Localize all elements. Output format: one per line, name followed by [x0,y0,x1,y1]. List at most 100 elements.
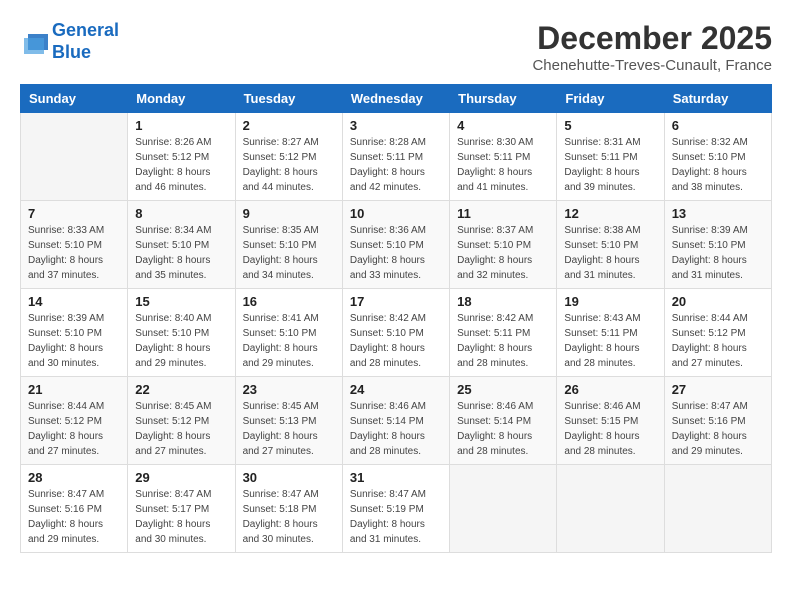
day-number: 10 [350,206,442,221]
day-info: Sunrise: 8:44 AM Sunset: 5:12 PM Dayligh… [672,311,764,371]
day-info: Sunrise: 8:32 AM Sunset: 5:10 PM Dayligh… [672,135,764,195]
sunset-text: Sunset: 5:18 PM [243,502,335,517]
day-info: Sunrise: 8:42 AM Sunset: 5:10 PM Dayligh… [350,311,442,371]
daylight-text: Daylight: 8 hours and 29 minutes. [243,341,335,371]
weekday-header: Thursday [450,85,557,113]
sunset-text: Sunset: 5:11 PM [350,150,442,165]
calendar-cell: 29 Sunrise: 8:47 AM Sunset: 5:17 PM Dayl… [128,465,235,553]
day-info: Sunrise: 8:47 AM Sunset: 5:16 PM Dayligh… [672,399,764,459]
month-title: December 2025 [532,20,772,57]
day-info: Sunrise: 8:26 AM Sunset: 5:12 PM Dayligh… [135,135,227,195]
day-number: 19 [564,294,656,309]
day-info: Sunrise: 8:46 AM Sunset: 5:14 PM Dayligh… [350,399,442,459]
daylight-text: Daylight: 8 hours and 27 minutes. [135,429,227,459]
daylight-text: Daylight: 8 hours and 31 minutes. [350,517,442,547]
daylight-text: Daylight: 8 hours and 29 minutes. [28,517,120,547]
calendar-cell: 26 Sunrise: 8:46 AM Sunset: 5:15 PM Dayl… [557,377,664,465]
daylight-text: Daylight: 8 hours and 35 minutes. [135,253,227,283]
daylight-text: Daylight: 8 hours and 29 minutes. [672,429,764,459]
calendar-cell: 31 Sunrise: 8:47 AM Sunset: 5:19 PM Dayl… [342,465,449,553]
day-info: Sunrise: 8:46 AM Sunset: 5:15 PM Dayligh… [564,399,656,459]
daylight-text: Daylight: 8 hours and 28 minutes. [564,429,656,459]
day-number: 26 [564,382,656,397]
day-number: 27 [672,382,764,397]
sunrise-text: Sunrise: 8:32 AM [672,135,764,150]
calendar-cell: 9 Sunrise: 8:35 AM Sunset: 5:10 PM Dayli… [235,201,342,289]
calendar-cell: 28 Sunrise: 8:47 AM Sunset: 5:16 PM Dayl… [21,465,128,553]
sunrise-text: Sunrise: 8:34 AM [135,223,227,238]
weekday-header: Tuesday [235,85,342,113]
sunrise-text: Sunrise: 8:44 AM [28,399,120,414]
sunset-text: Sunset: 5:11 PM [564,150,656,165]
day-number: 8 [135,206,227,221]
day-number: 13 [672,206,764,221]
daylight-text: Daylight: 8 hours and 28 minutes. [350,429,442,459]
day-info: Sunrise: 8:44 AM Sunset: 5:12 PM Dayligh… [28,399,120,459]
day-info: Sunrise: 8:45 AM Sunset: 5:12 PM Dayligh… [135,399,227,459]
sunrise-text: Sunrise: 8:46 AM [564,399,656,414]
sunrise-text: Sunrise: 8:47 AM [350,487,442,502]
day-info: Sunrise: 8:39 AM Sunset: 5:10 PM Dayligh… [28,311,120,371]
day-number: 22 [135,382,227,397]
sunrise-text: Sunrise: 8:30 AM [457,135,549,150]
calendar-cell: 22 Sunrise: 8:45 AM Sunset: 5:12 PM Dayl… [128,377,235,465]
day-number: 29 [135,470,227,485]
calendar-cell: 15 Sunrise: 8:40 AM Sunset: 5:10 PM Dayl… [128,289,235,377]
sunrise-text: Sunrise: 8:47 AM [135,487,227,502]
sunset-text: Sunset: 5:12 PM [135,414,227,429]
sunrise-text: Sunrise: 8:31 AM [564,135,656,150]
calendar-cell: 12 Sunrise: 8:38 AM Sunset: 5:10 PM Dayl… [557,201,664,289]
day-number: 17 [350,294,442,309]
day-number: 28 [28,470,120,485]
logo: General Blue [20,20,119,63]
daylight-text: Daylight: 8 hours and 31 minutes. [564,253,656,283]
weekday-header: Sunday [21,85,128,113]
daylight-text: Daylight: 8 hours and 30 minutes. [135,517,227,547]
sunset-text: Sunset: 5:10 PM [28,238,120,253]
day-number: 15 [135,294,227,309]
day-number: 7 [28,206,120,221]
daylight-text: Daylight: 8 hours and 27 minutes. [672,341,764,371]
day-info: Sunrise: 8:47 AM Sunset: 5:16 PM Dayligh… [28,487,120,547]
sunrise-text: Sunrise: 8:35 AM [243,223,335,238]
daylight-text: Daylight: 8 hours and 41 minutes. [457,165,549,195]
sunset-text: Sunset: 5:11 PM [564,326,656,341]
day-number: 9 [243,206,335,221]
sunrise-text: Sunrise: 8:47 AM [672,399,764,414]
day-info: Sunrise: 8:36 AM Sunset: 5:10 PM Dayligh… [350,223,442,283]
weekday-header-row: SundayMondayTuesdayWednesdayThursdayFrid… [21,85,772,113]
day-info: Sunrise: 8:47 AM Sunset: 5:18 PM Dayligh… [243,487,335,547]
day-number: 20 [672,294,764,309]
daylight-text: Daylight: 8 hours and 31 minutes. [672,253,764,283]
sunrise-text: Sunrise: 8:26 AM [135,135,227,150]
day-number: 23 [243,382,335,397]
daylight-text: Daylight: 8 hours and 28 minutes. [457,429,549,459]
daylight-text: Daylight: 8 hours and 30 minutes. [28,341,120,371]
daylight-text: Daylight: 8 hours and 28 minutes. [350,341,442,371]
sunset-text: Sunset: 5:12 PM [135,150,227,165]
sunrise-text: Sunrise: 8:38 AM [564,223,656,238]
day-info: Sunrise: 8:46 AM Sunset: 5:14 PM Dayligh… [457,399,549,459]
calendar-week-row: 14 Sunrise: 8:39 AM Sunset: 5:10 PM Dayl… [21,289,772,377]
calendar-cell: 19 Sunrise: 8:43 AM Sunset: 5:11 PM Dayl… [557,289,664,377]
calendar-cell: 30 Sunrise: 8:47 AM Sunset: 5:18 PM Dayl… [235,465,342,553]
sunrise-text: Sunrise: 8:41 AM [243,311,335,326]
sunset-text: Sunset: 5:10 PM [135,326,227,341]
day-info: Sunrise: 8:27 AM Sunset: 5:12 PM Dayligh… [243,135,335,195]
weekday-header: Saturday [664,85,771,113]
daylight-text: Daylight: 8 hours and 33 minutes. [350,253,442,283]
day-number: 6 [672,118,764,133]
calendar-cell [450,465,557,553]
sunset-text: Sunset: 5:14 PM [457,414,549,429]
calendar-cell: 6 Sunrise: 8:32 AM Sunset: 5:10 PM Dayli… [664,113,771,201]
sunset-text: Sunset: 5:19 PM [350,502,442,517]
daylight-text: Daylight: 8 hours and 38 minutes. [672,165,764,195]
sunset-text: Sunset: 5:10 PM [457,238,549,253]
day-info: Sunrise: 8:42 AM Sunset: 5:11 PM Dayligh… [457,311,549,371]
calendar-cell: 8 Sunrise: 8:34 AM Sunset: 5:10 PM Dayli… [128,201,235,289]
day-number: 30 [243,470,335,485]
calendar-cell: 4 Sunrise: 8:30 AM Sunset: 5:11 PM Dayli… [450,113,557,201]
daylight-text: Daylight: 8 hours and 32 minutes. [457,253,549,283]
sunset-text: Sunset: 5:12 PM [28,414,120,429]
sunset-text: Sunset: 5:14 PM [350,414,442,429]
